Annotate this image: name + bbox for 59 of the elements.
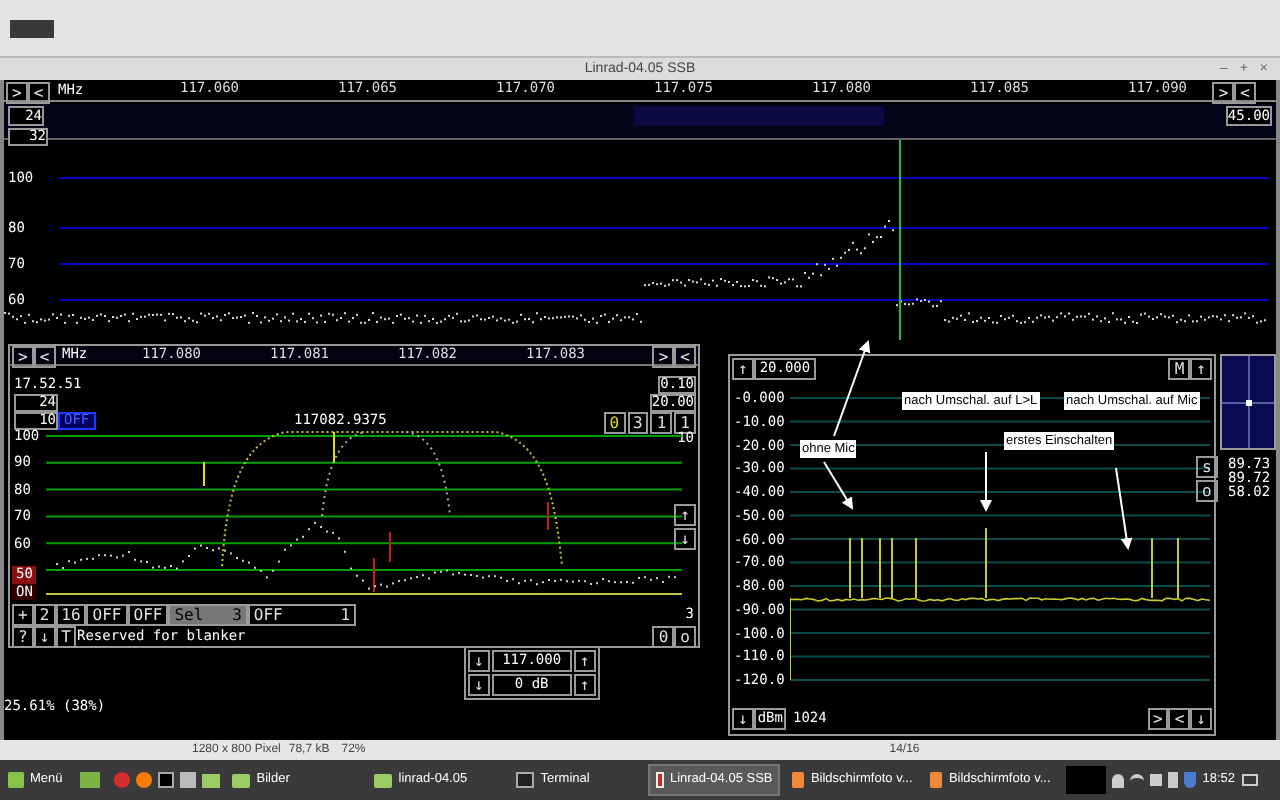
position-display — [1220, 354, 1276, 450]
scroll-button[interactable]: ↑ — [732, 358, 754, 380]
scroll-button[interactable]: ↓ — [674, 528, 696, 550]
image-viewer-icon — [792, 772, 805, 788]
scroll-button[interactable]: < — [674, 346, 696, 368]
scroll-button[interactable]: > — [652, 346, 675, 368]
image-viewer-icon — [930, 772, 943, 788]
scroll-button[interactable]: > — [6, 82, 28, 104]
blanker-button[interactable]: o — [674, 626, 696, 648]
scroll-button[interactable]: < — [1168, 708, 1191, 730]
scroll-button[interactable]: < — [1234, 82, 1256, 104]
scroll-button[interactable]: < — [33, 346, 56, 368]
marker-line — [333, 431, 335, 463]
option-button[interactable]: OFF — [127, 604, 169, 626]
increase-button[interactable]: ↑ — [573, 650, 596, 672]
app-window-icon — [656, 772, 664, 788]
marker-line — [203, 461, 205, 487]
option-button[interactable]: Sel 3 — [168, 604, 248, 626]
option-button[interactable]: 3 — [627, 412, 649, 434]
scroll-button[interactable]: > — [12, 346, 34, 368]
folder-icon — [374, 773, 393, 787]
decrease-button[interactable]: ↓ — [468, 674, 490, 696]
option-button[interactable]: o — [1196, 480, 1218, 502]
option-button[interactable]: M — [1168, 358, 1191, 380]
blanker-button[interactable]: ? — [12, 626, 34, 648]
user-icon[interactable] — [1112, 773, 1125, 787]
scroll-button[interactable]: > — [1147, 708, 1169, 730]
battery-icon[interactable] — [1168, 772, 1179, 788]
scroll-button[interactable]: ↓ — [1190, 708, 1212, 730]
marker-line — [389, 531, 391, 563]
blanker-button[interactable]: 0 — [652, 626, 675, 648]
scroll-button[interactable]: ↓ — [732, 708, 754, 730]
annotation-arrow — [823, 461, 854, 510]
option-button[interactable]: s — [1196, 456, 1218, 478]
option-button[interactable]: + — [12, 604, 34, 626]
terminal-icon[interactable] — [158, 772, 175, 788]
marker-line — [373, 557, 375, 593]
annotation-arrow — [833, 340, 871, 437]
notification-icon[interactable] — [1241, 774, 1258, 786]
annotation-arrow — [980, 451, 992, 512]
background-window — [10, 20, 54, 38]
terminal-icon — [516, 772, 535, 788]
blanker-button[interactable]: ↓ — [33, 626, 56, 648]
scroll-button[interactable]: < — [27, 82, 50, 104]
blanker-button[interactable]: T — [55, 626, 77, 648]
scroll-button[interactable]: > — [1212, 82, 1235, 104]
option-button[interactable]: OFF 1 — [247, 604, 357, 626]
option-button[interactable]: OFF — [86, 604, 128, 626]
marker-line — [547, 501, 549, 531]
scroll-button[interactable]: ↑ — [674, 504, 696, 526]
option-button[interactable]: 1 — [674, 412, 696, 434]
decrease-button[interactable]: ↓ — [468, 650, 490, 672]
option-button[interactable]: 16 — [55, 604, 87, 626]
annotation-arrow — [1115, 467, 1133, 550]
option-button[interactable]: ↑ — [1190, 358, 1212, 380]
option-button[interactable]: 1 — [650, 412, 673, 434]
option-button[interactable]: 0 — [603, 412, 626, 434]
option-button[interactable]: 2 — [33, 604, 56, 626]
increase-button[interactable]: ↑ — [573, 674, 596, 696]
